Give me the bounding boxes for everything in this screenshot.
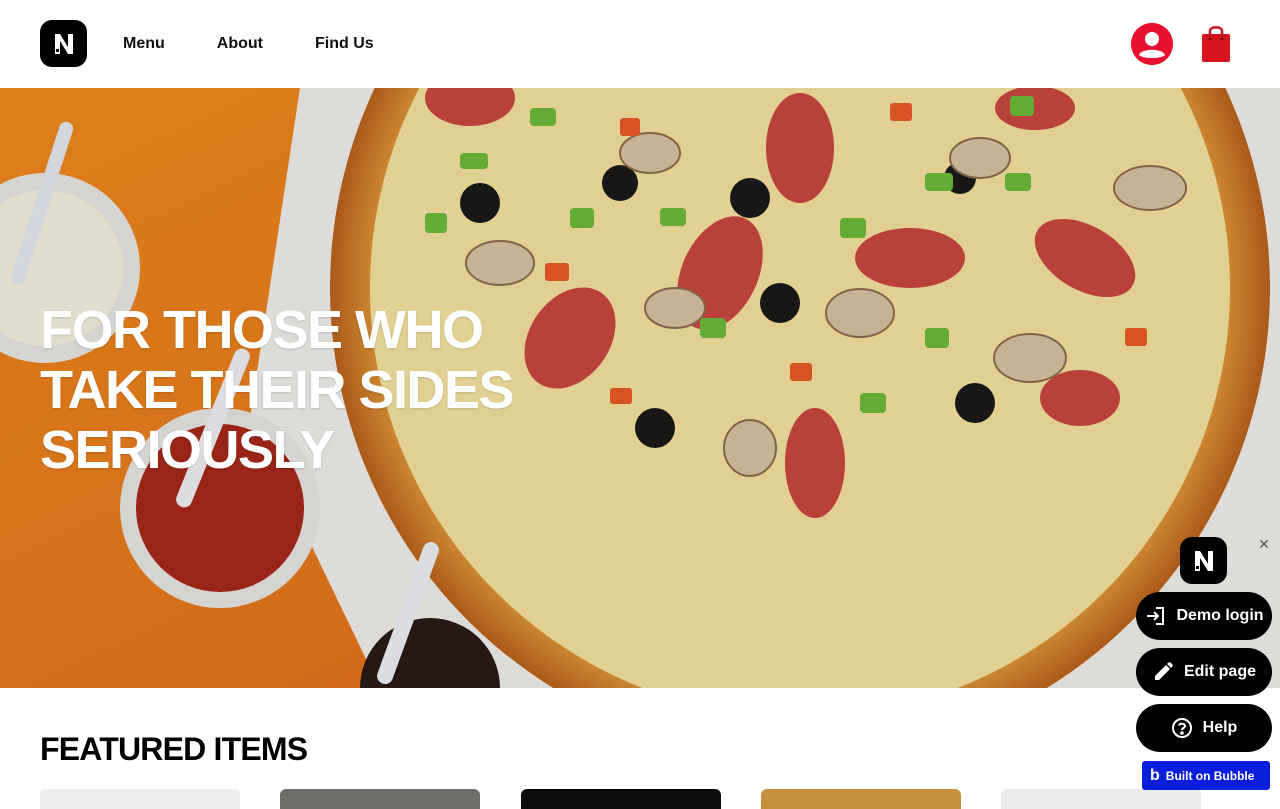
help-button[interactable]: Help — [1136, 704, 1272, 752]
hero-title: FOR THOSE WHO TAKE THEIR SIDES SERIOUSLY — [40, 300, 515, 480]
help-circle-icon — [1171, 717, 1193, 739]
featured-item-card[interactable] — [761, 789, 961, 809]
nav-menu-link[interactable]: Menu — [123, 35, 165, 53]
site-header: Menu About Find Us — [0, 0, 1280, 88]
built-on-bubble-label: Built on Bubble — [1165, 768, 1255, 783]
n-logo-icon[interactable] — [1180, 537, 1227, 584]
bubble-logo-icon: b — [1150, 766, 1160, 784]
demo-login-button[interactable]: Demo login — [1136, 592, 1272, 640]
demo-login-label: Demo login — [1176, 607, 1264, 624]
featured-items-heading: FEATURED ITEMS — [40, 731, 308, 767]
edit-page-label: Edit page — [1183, 663, 1256, 680]
user-account-icon[interactable] — [1131, 23, 1173, 65]
n-logo-icon[interactable] — [40, 20, 87, 67]
pencil-icon — [1152, 661, 1174, 683]
built-on-bubble-badge[interactable]: b Built on Bubble — [1142, 761, 1270, 790]
featured-item-card[interactable] — [521, 789, 721, 809]
nav-about-link[interactable]: About — [217, 35, 263, 53]
nav-find-us-link[interactable]: Find Us — [315, 35, 374, 53]
shopping-bag-icon[interactable] — [1199, 22, 1233, 64]
featured-item-card[interactable] — [40, 789, 240, 809]
featured-item-card[interactable] — [1001, 789, 1201, 809]
widget-close-icon[interactable]: ✕ — [1256, 536, 1272, 552]
main-nav: Menu About Find Us — [123, 0, 426, 88]
edit-page-button[interactable]: Edit page — [1136, 648, 1272, 696]
help-label: Help — [1202, 719, 1238, 736]
login-icon — [1144, 605, 1166, 627]
hero-banner: FOR THOSE WHO TAKE THEIR SIDES SERIOUSLY — [0, 88, 1280, 688]
featured-item-card[interactable] — [280, 789, 480, 809]
